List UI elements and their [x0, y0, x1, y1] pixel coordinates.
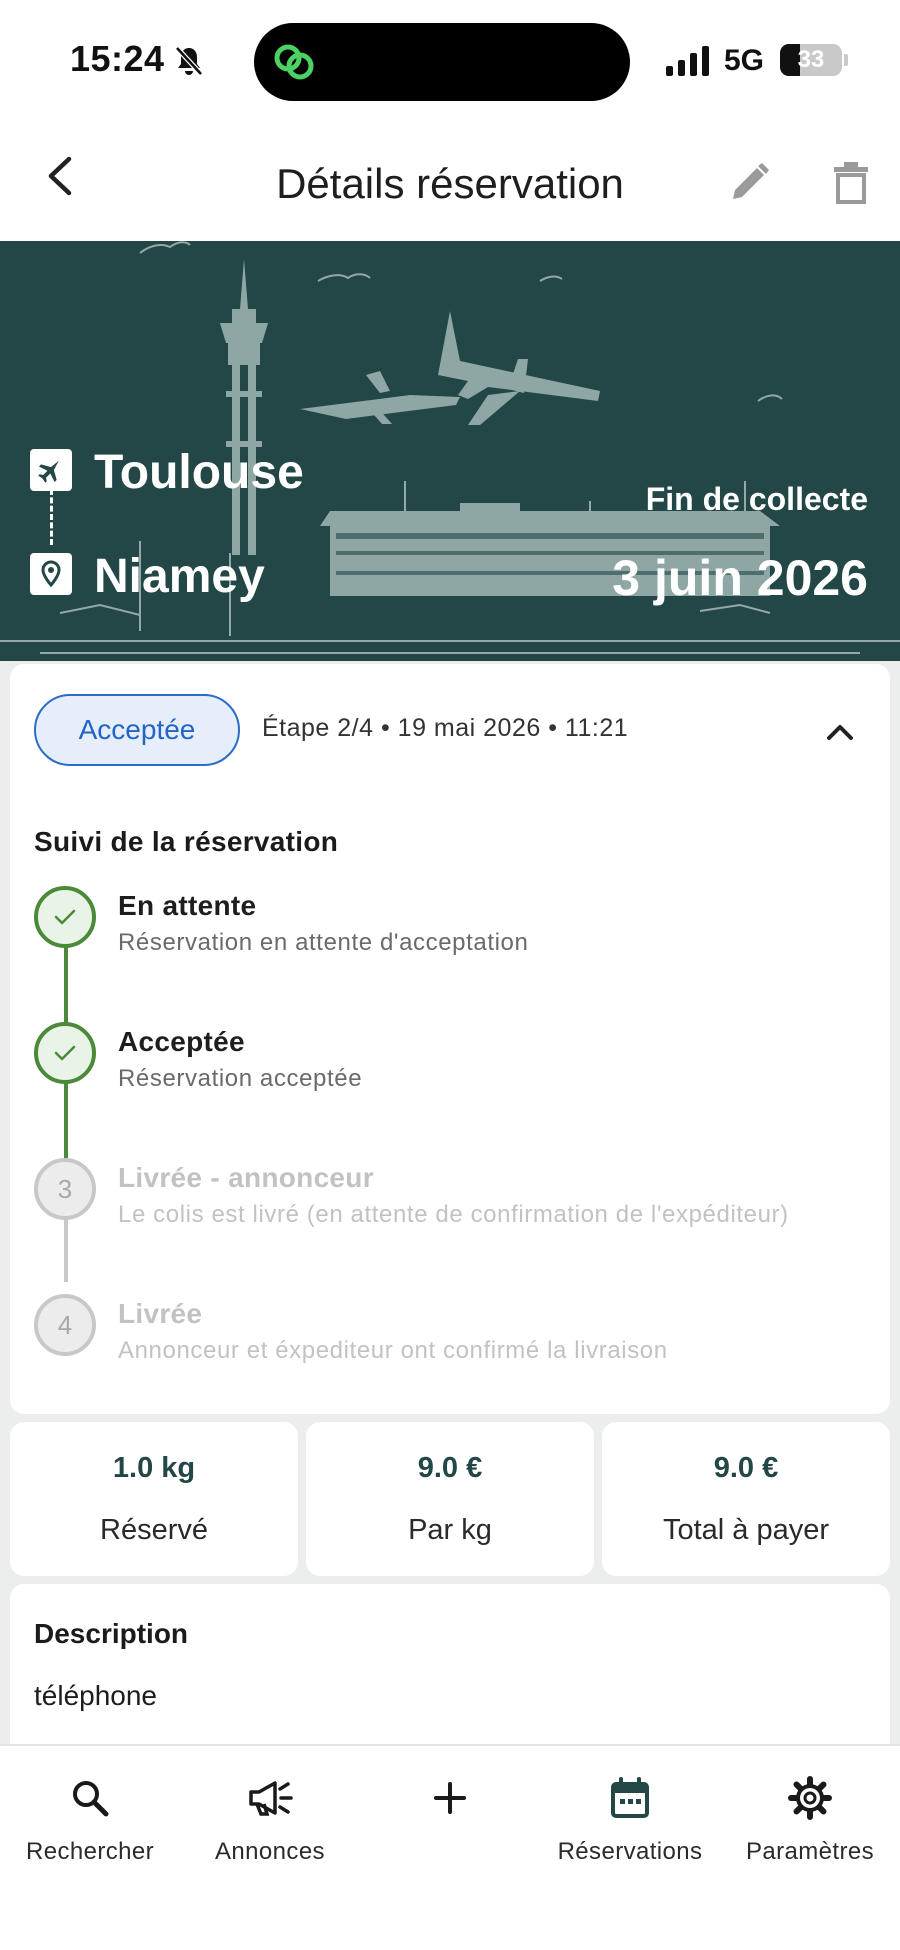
chevron-up-icon: [827, 725, 853, 740]
nav-label: Rechercher: [25, 1838, 155, 1865]
stat-value: 9.0 €: [713, 1452, 779, 1484]
bell-muted-icon: [175, 46, 203, 76]
network-type: 5G: [724, 44, 765, 77]
step-title: Acceptée: [118, 1026, 245, 1057]
battery-level: 33: [797, 46, 825, 73]
location-pin-icon: [41, 560, 61, 588]
trash-icon: [834, 162, 868, 204]
battery-icon: 33: [780, 44, 842, 76]
bottom-navigation: Rechercher Annonces Réservations Paramèt…: [0, 1744, 900, 1950]
origin-city: Toulouse: [94, 446, 304, 499]
step-description: Annonceur et éxpediteur ont confirmé la …: [118, 1337, 668, 1364]
description-text: téléphone: [34, 1680, 158, 1711]
stat-card-reserved: 1.0 kg Réservé: [10, 1422, 298, 1576]
stat-label: Réservé: [100, 1514, 208, 1546]
nav-item-settings[interactable]: Paramètres: [720, 1746, 900, 1896]
pencil-icon: [733, 163, 769, 199]
nav-label: Paramètres: [745, 1838, 875, 1865]
app-logo-icon: [274, 44, 314, 80]
step-number-marker: 4: [34, 1294, 96, 1356]
step-description: Réservation acceptée: [118, 1065, 363, 1092]
destination-marker: [30, 553, 72, 595]
search-icon: [64, 1772, 116, 1824]
step-check-marker: [34, 1022, 96, 1084]
app-header: Détails réservation: [0, 120, 900, 241]
nav-item-reservations[interactable]: Réservations: [540, 1746, 720, 1896]
reservation-status-card: Acceptée Étape 2/4 • 19 mai 2026 • 11:21…: [10, 664, 890, 1414]
edit-button[interactable]: [722, 156, 776, 210]
route-connector: [50, 489, 53, 545]
collect-end-date: 3 juin 2026: [612, 550, 868, 606]
route-banner: Toulouse Niamey Fin de collecte 3 juin 2…: [0, 241, 900, 661]
stat-label: Total à payer: [662, 1514, 830, 1546]
step-number-marker: 3: [34, 1158, 96, 1220]
status-step-info: Étape 2/4 • 19 mai 2026 • 11:21: [262, 714, 629, 742]
description-card: Description téléphone: [10, 1584, 890, 1744]
collapse-button[interactable]: [820, 712, 860, 752]
status-badge: Acceptée: [34, 694, 240, 766]
nav-label: Annonces: [215, 1838, 325, 1865]
gear-icon: [784, 1772, 836, 1824]
stat-value: 1.0 kg: [112, 1452, 196, 1484]
collect-end-label: Fin de collecte: [645, 481, 868, 517]
nav-label: Réservations: [557, 1838, 703, 1865]
check-icon: [54, 909, 76, 925]
step-title: Livrée - annonceur: [118, 1162, 374, 1193]
nav-item-add[interactable]: [360, 1746, 540, 1896]
megaphone-icon: [244, 1772, 296, 1824]
description-title: Description: [34, 1618, 189, 1649]
stat-card-total: 9.0 € Total à payer: [602, 1422, 890, 1576]
destination-city: Niamey: [94, 550, 265, 603]
stat-label: Par kg: [408, 1514, 492, 1546]
check-icon: [54, 1045, 76, 1061]
delete-button[interactable]: [824, 156, 878, 210]
step-check-marker: [34, 886, 96, 948]
stat-value: 9.0 €: [417, 1452, 483, 1484]
signal-icon: [666, 46, 709, 76]
plane-icon: [38, 460, 59, 483]
tracking-title: Suivi de la réservation: [34, 826, 339, 857]
step-title: Livrée: [118, 1298, 203, 1329]
nav-item-listings[interactable]: Annonces: [180, 1746, 360, 1896]
battery-tip: [844, 54, 848, 66]
status-time: 15:24: [70, 38, 165, 79]
stat-card-price-per-kg: 9.0 € Par kg: [306, 1422, 594, 1576]
step-description: Le colis est livré (en attente de confir…: [118, 1201, 789, 1228]
status-bar: 15:24 5G 33: [0, 0, 900, 120]
step-description: Réservation en attente d'acceptation: [118, 929, 529, 956]
calendar-icon: [604, 1772, 656, 1824]
plus-icon: [424, 1772, 476, 1824]
step-title: En attente: [118, 890, 257, 921]
nav-item-search[interactable]: Rechercher: [0, 1746, 180, 1896]
origin-marker: [30, 449, 72, 491]
